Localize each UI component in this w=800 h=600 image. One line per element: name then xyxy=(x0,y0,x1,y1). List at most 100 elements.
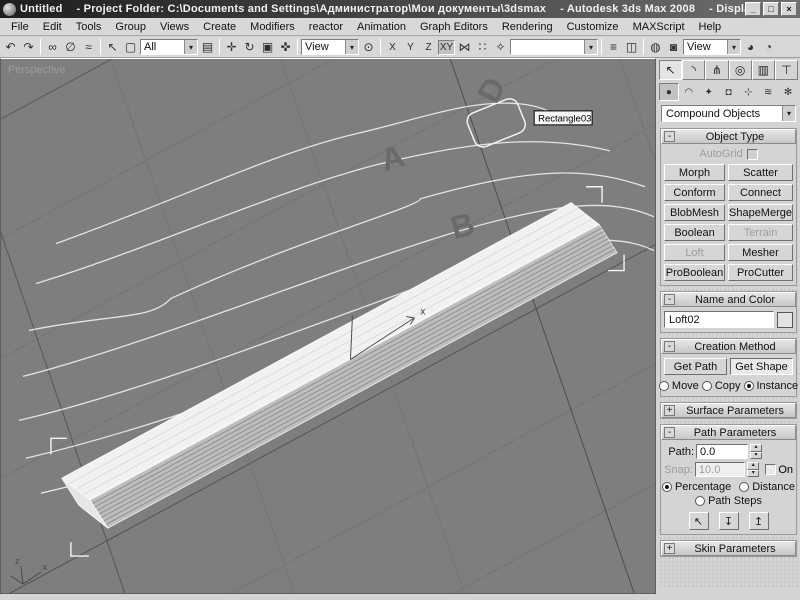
category-lights-icon[interactable]: ✦ xyxy=(699,83,719,101)
tab-hierarchy[interactable]: ⋔ xyxy=(705,60,728,80)
bind-to-space-warp-icon[interactable]: ≈ xyxy=(80,39,97,56)
snaps-toggle-icon[interactable]: ∷ xyxy=(474,39,491,56)
menu-views[interactable]: Views xyxy=(153,20,196,34)
expand-icon[interactable]: + xyxy=(664,543,675,554)
loft-object[interactable] xyxy=(62,203,617,528)
perspective-viewport[interactable]: x A B D Rectangle03 xyxy=(0,58,656,594)
mesher-button[interactable]: Mesher xyxy=(728,244,793,261)
menu-modifiers[interactable]: Modifiers xyxy=(243,20,302,34)
previous-shape-icon[interactable]: ↧ xyxy=(719,512,739,530)
menu-rendering[interactable]: Rendering xyxy=(495,20,560,34)
menu-animation[interactable]: Animation xyxy=(350,20,413,34)
viewport-canvas[interactable]: x A B D Rectangle03 xyxy=(1,59,655,593)
shapemerge-button[interactable]: ShapeMerge xyxy=(728,204,793,221)
menu-maxscript[interactable]: MAXScript xyxy=(626,20,692,34)
select-and-link-icon[interactable]: ∞ xyxy=(44,39,61,56)
object-class-dropdown[interactable]: Compound Objects ▾ xyxy=(661,105,796,122)
menu-tools[interactable]: Tools xyxy=(69,20,109,34)
named-selection-sets-dropdown[interactable]: ▾ xyxy=(510,39,598,55)
select-by-name-icon[interactable]: ▤ xyxy=(199,39,216,56)
category-geometry-icon[interactable]: ● xyxy=(659,83,679,101)
maximize-button[interactable]: □ xyxy=(763,2,779,16)
select-and-manipulate-icon[interactable]: ✜ xyxy=(277,39,294,56)
procutter-button[interactable]: ProCutter xyxy=(728,264,793,281)
category-systems-icon[interactable]: ✻ xyxy=(778,83,798,101)
object-name-field[interactable]: Loft02 xyxy=(664,311,774,328)
tab-utilities[interactable]: ⊤ xyxy=(775,60,798,80)
tab-create[interactable]: ↖ xyxy=(659,60,682,80)
move-radio[interactable] xyxy=(659,381,669,391)
select-and-move-icon[interactable]: ✛ xyxy=(223,39,240,56)
scatter-button[interactable]: Scatter xyxy=(728,164,793,181)
next-shape-icon[interactable]: ↥ xyxy=(749,512,769,530)
menu-reactor[interactable]: reactor xyxy=(302,20,350,34)
conform-button[interactable]: Conform xyxy=(664,184,725,201)
collapse-icon[interactable]: - xyxy=(664,341,675,352)
menu-create[interactable]: Create xyxy=(196,20,243,34)
axis-constraint-y-button[interactable]: Y xyxy=(402,40,419,55)
autogrid-checkbox[interactable] xyxy=(747,149,758,160)
spinner-up-icon[interactable]: ▴ xyxy=(750,444,762,452)
instance-radio[interactable] xyxy=(744,381,754,391)
object-type-header[interactable]: - Object Type xyxy=(661,129,796,144)
blobmesh-button[interactable]: BlobMesh xyxy=(664,204,725,221)
material-editor-icon[interactable]: ◍ xyxy=(647,39,664,56)
layer-manager-icon[interactable]: ≡ xyxy=(605,39,622,56)
select-and-scale-icon[interactable]: ▣ xyxy=(259,39,276,56)
surface-parameters-header[interactable]: + Surface Parameters xyxy=(661,403,796,418)
snap-on-checkbox[interactable] xyxy=(765,464,776,475)
render-production-icon[interactable]: ◕ xyxy=(742,39,759,56)
menu-graph-editors[interactable]: Graph Editors xyxy=(413,20,495,34)
morph-button[interactable]: Morph xyxy=(664,164,725,181)
expand-icon[interactable]: + xyxy=(664,405,675,416)
connect-button[interactable]: Connect xyxy=(728,184,793,201)
mirror-icon[interactable]: ⋈ xyxy=(456,39,473,56)
chevron-down-icon[interactable]: ▾ xyxy=(184,40,197,54)
schematic-view-icon[interactable]: ◫ xyxy=(623,39,640,56)
viewport-label[interactable]: Perspective xyxy=(8,64,65,76)
tab-display[interactable]: ▥ xyxy=(752,60,775,80)
copy-radio[interactable] xyxy=(702,381,712,391)
proboolean-button[interactable]: ProBoolean xyxy=(664,264,725,281)
menu-help[interactable]: Help xyxy=(692,20,729,34)
undo-icon[interactable]: ↶ xyxy=(2,39,19,56)
use-pivot-point-center-icon[interactable]: ⊙ xyxy=(360,39,377,56)
unlink-selection-icon[interactable]: ∅ xyxy=(62,39,79,56)
path-parameters-header[interactable]: - Path Parameters xyxy=(661,425,796,440)
get-shape-button[interactable]: Get Shape xyxy=(730,358,793,375)
chevron-down-icon[interactable]: ▾ xyxy=(345,40,358,54)
category-helpers-icon[interactable]: ⊹ xyxy=(738,83,758,101)
path-spinner[interactable]: ▴ ▾ xyxy=(750,444,762,459)
tab-modify[interactable]: ◝ xyxy=(682,60,705,80)
category-space-warps-icon[interactable]: ≋ xyxy=(758,83,778,101)
object-color-swatch[interactable] xyxy=(777,312,793,328)
minimize-button[interactable]: _ xyxy=(745,2,761,16)
selection-filter-dropdown[interactable]: All ▾ xyxy=(140,39,198,55)
collapse-icon[interactable]: - xyxy=(664,427,675,438)
path-value-field[interactable]: 0.0 xyxy=(696,444,748,459)
axis-constraint-x-button[interactable]: X xyxy=(384,40,401,55)
category-cameras-icon[interactable]: ◘ xyxy=(719,83,739,101)
collapse-icon[interactable]: - xyxy=(664,294,675,305)
path-steps-radio[interactable] xyxy=(695,496,705,506)
collapse-icon[interactable]: - xyxy=(664,131,675,142)
chevron-down-icon[interactable]: ▾ xyxy=(584,40,597,54)
quick-render-icon[interactable]: ◔ xyxy=(760,39,777,56)
rectangular-selection-region-icon[interactable]: ▢ xyxy=(122,39,139,56)
loft-shape-splines[interactable] xyxy=(19,103,654,493)
menu-group[interactable]: Group xyxy=(108,20,153,34)
reference-coordinate-system-dropdown[interactable]: View ▾ xyxy=(301,39,359,55)
menu-customize[interactable]: Customize xyxy=(560,20,626,34)
distance-radio[interactable] xyxy=(739,482,749,492)
select-object-icon[interactable]: ↖ xyxy=(104,39,121,56)
axis-constraint-xy-button[interactable]: XY xyxy=(438,40,455,55)
axis-constraint-z-button[interactable]: Z xyxy=(420,40,437,55)
chevron-down-icon[interactable]: ▾ xyxy=(782,106,795,121)
spinner-down-icon[interactable]: ▾ xyxy=(750,452,762,460)
redo-icon[interactable]: ↷ xyxy=(20,39,37,56)
name-and-color-header[interactable]: - Name and Color xyxy=(661,292,796,307)
close-button[interactable]: × xyxy=(781,2,797,16)
get-path-button[interactable]: Get Path xyxy=(664,358,727,375)
chevron-down-icon[interactable]: ▾ xyxy=(727,40,740,54)
skin-parameters-header[interactable]: + Skin Parameters xyxy=(661,541,796,556)
